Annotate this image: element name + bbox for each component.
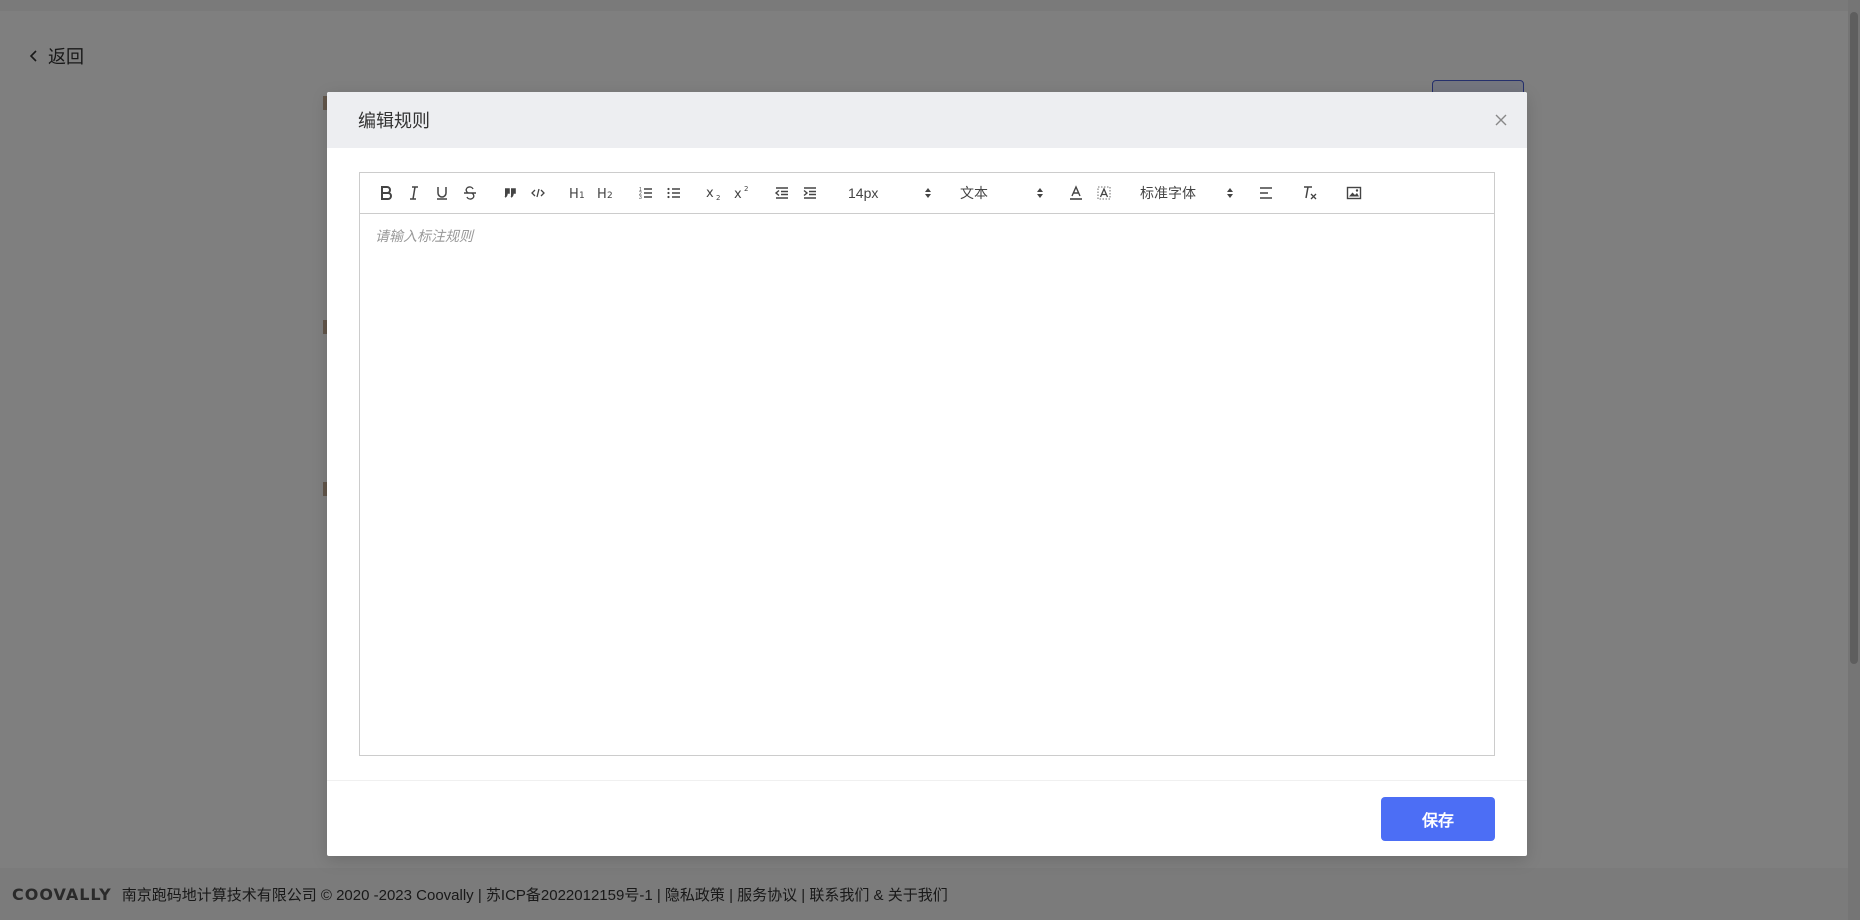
header-format-select[interactable]: 文本 <box>960 181 1044 205</box>
font-family-value: 标准字体 <box>1140 185 1196 201</box>
modal-body: H1 H2 123 x2 x 2 14px 文本 标准字体 请输入标注规则 <box>327 148 1527 756</box>
indent-icon[interactable] <box>798 181 822 205</box>
select-arrows-icon <box>1226 187 1234 199</box>
underline-icon[interactable] <box>430 181 454 205</box>
clear-format-icon[interactable] <box>1298 181 1322 205</box>
svg-text:x: x <box>706 186 714 201</box>
image-icon[interactable] <box>1342 181 1366 205</box>
h1-icon[interactable]: H1 <box>566 181 590 205</box>
svg-text:H: H <box>569 187 579 201</box>
code-block-icon[interactable] <box>526 181 550 205</box>
font-size-select[interactable]: 14px <box>848 181 932 205</box>
subscript-icon[interactable]: x2 <box>702 181 726 205</box>
modal-footer: 保存 <box>327 780 1527 856</box>
font-family-select[interactable]: 标准字体 <box>1140 181 1234 205</box>
svg-text:2: 2 <box>607 191 613 201</box>
editor-content-area[interactable]: 请输入标注规则 <box>360 214 1494 754</box>
background-color-icon[interactable] <box>1092 181 1116 205</box>
outdent-icon[interactable] <box>770 181 794 205</box>
bullet-list-icon[interactable] <box>662 181 686 205</box>
align-icon[interactable] <box>1254 181 1278 205</box>
rich-text-editor: H1 H2 123 x2 x 2 14px 文本 标准字体 请输入标注规则 <box>359 172 1495 756</box>
svg-text:2: 2 <box>744 185 748 193</box>
edit-rules-modal: 编辑规则 H 1 H 2 1 2 3 x 2 x 2 14px 文本 标准字体 … <box>327 92 1527 856</box>
editor-placeholder: 请输入标注规则 <box>375 228 473 244</box>
save-button[interactable]: 保存 <box>1381 796 1495 841</box>
strikethrough-icon[interactable] <box>458 181 482 205</box>
close-icon[interactable] <box>1489 108 1513 132</box>
modal-title: 编辑规则 <box>358 111 430 131</box>
font-color-icon[interactable] <box>1064 181 1088 205</box>
svg-text:x: x <box>734 187 742 201</box>
svg-text:1: 1 <box>579 191 585 201</box>
select-arrows-icon <box>924 187 932 199</box>
select-arrows-icon <box>1036 187 1044 199</box>
blockquote-icon[interactable] <box>498 181 522 205</box>
ordered-list-icon[interactable]: 123 <box>634 181 658 205</box>
svg-text:3: 3 <box>639 195 642 201</box>
svg-text:2: 2 <box>716 194 720 201</box>
editor-toolbar: H1 H2 123 x2 x 2 14px 文本 标准字体 <box>360 173 1494 214</box>
header-format-value: 文本 <box>960 185 988 201</box>
modal-header: 编辑规则 <box>327 92 1527 148</box>
superscript-icon[interactable]: x2 <box>730 181 754 205</box>
svg-text:H: H <box>597 187 607 201</box>
italic-icon[interactable] <box>402 181 426 205</box>
h2-icon[interactable]: H2 <box>594 181 618 205</box>
font-size-value: 14px <box>848 185 879 201</box>
bold-icon[interactable] <box>374 181 398 205</box>
